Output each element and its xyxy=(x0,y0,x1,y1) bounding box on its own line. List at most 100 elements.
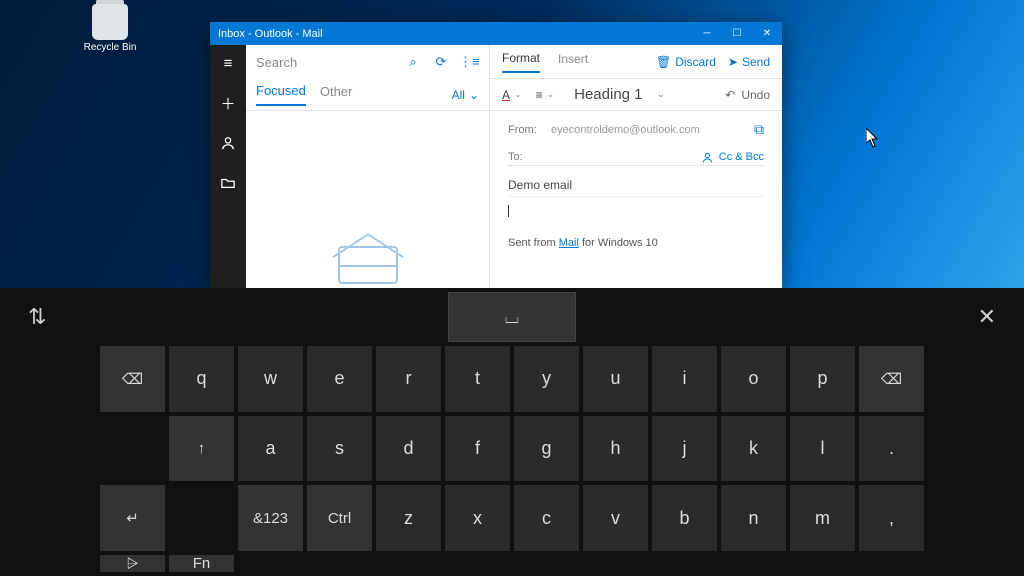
subject-input[interactable]: Demo email xyxy=(508,174,764,197)
key-[interactable]: ↑ xyxy=(169,416,234,482)
tab-other[interactable]: Other xyxy=(320,84,353,105)
discard-button[interactable]: 🗑 Discard xyxy=(656,55,716,69)
key-[interactable]: ⌫ xyxy=(859,346,924,412)
space-key[interactable]: ⌴ xyxy=(448,292,576,342)
folder-icon xyxy=(221,177,235,189)
search-row: Search ⌕ ⟳ ⋮≡ xyxy=(246,45,489,79)
key-[interactable]: ↵ xyxy=(100,485,165,551)
from-row: From: eyecontroldemo@outlook.com ⧉ xyxy=(508,119,764,141)
new-mail-button[interactable]: ＋ xyxy=(210,89,246,117)
signature: Sent from Mail for Windows 10 xyxy=(508,237,764,249)
search-icon[interactable]: ⌕ xyxy=(403,54,423,70)
key-z[interactable]: z xyxy=(376,485,441,551)
key-y[interactable]: y xyxy=(514,346,579,412)
trash-icon: 🗑 xyxy=(656,55,671,69)
key-e[interactable]: e xyxy=(307,346,372,412)
folders-button[interactable] xyxy=(210,169,246,197)
paragraph-button[interactable]: ≡ ⌄ xyxy=(536,88,555,102)
mail-link[interactable]: Mail xyxy=(559,237,579,249)
key-u[interactable]: u xyxy=(583,346,648,412)
to-label: To: xyxy=(508,151,543,163)
key-s[interactable]: s xyxy=(307,416,372,482)
cursor-icon xyxy=(866,128,880,148)
ccbcc-button[interactable]: Cc & Bcc xyxy=(702,151,764,163)
key-123[interactable]: &123 xyxy=(238,485,303,551)
key-g[interactable]: g xyxy=(514,416,579,482)
key-ctrl[interactable]: Ctrl xyxy=(307,485,372,551)
key-d[interactable]: d xyxy=(376,416,441,482)
recycle-bin-label: Recycle Bin xyxy=(80,42,140,53)
envelope-icon xyxy=(338,246,398,284)
key-fn[interactable]: Fn xyxy=(169,555,234,572)
key-w[interactable]: w xyxy=(238,346,303,412)
keyboard-swap-button[interactable]: ⇅ xyxy=(28,304,46,330)
refresh-icon[interactable]: ⟳ xyxy=(431,54,451,70)
key-t[interactable]: t xyxy=(445,346,510,412)
key-m[interactable]: m xyxy=(790,485,855,551)
style-chevron[interactable]: ⌄ xyxy=(657,89,665,100)
tab-insert[interactable]: Insert xyxy=(558,52,588,72)
key-[interactable]: . xyxy=(859,416,924,482)
maximize-button[interactable]: ☐ xyxy=(722,22,752,45)
chevron-down-icon: ⌄ xyxy=(514,89,522,100)
keyboard-top-row: ⇅ ⌴ ✕ xyxy=(0,288,1024,346)
key-n[interactable]: n xyxy=(721,485,786,551)
inbox-pane: Search ⌕ ⟳ ⋮≡ Focused Other All ⌄ xyxy=(246,45,490,288)
key-o[interactable]: o xyxy=(721,346,786,412)
from-value: eyecontroldemo@outlook.com xyxy=(551,124,746,136)
select-icon[interactable]: ⋮≡ xyxy=(459,54,479,70)
key-grid: ⌫qwertyuiop⌫↑asdfghjkl.↵&123Ctrlzxcvbnm,… xyxy=(0,346,1024,576)
chevron-down-icon: ⌄ xyxy=(469,88,479,102)
key-b[interactable]: b xyxy=(652,485,717,551)
key-c[interactable]: c xyxy=(514,485,579,551)
font-button[interactable]: A ⌄ xyxy=(502,88,522,102)
key-i[interactable]: i xyxy=(652,346,717,412)
menu-button[interactable]: ≡ xyxy=(210,49,246,77)
onscreen-keyboard: ⇅ ⌴ ✕ ⌫qwertyuiop⌫↑asdfghjkl.↵&123Ctrlzx… xyxy=(0,288,1024,576)
key-v[interactable]: v xyxy=(583,485,648,551)
to-row[interactable]: To: Cc & Bcc xyxy=(508,149,764,166)
mail-window: Inbox - Outlook - Mail ─ ☐ ✕ ≡ ＋ Search … xyxy=(210,22,782,288)
inbox-tabs: Focused Other All ⌄ xyxy=(246,79,489,111)
tab-format[interactable]: Format xyxy=(502,51,540,73)
left-rail: ≡ ＋ xyxy=(210,45,246,288)
undo-icon: ↶ xyxy=(725,88,735,102)
send-button[interactable]: ➤ Send xyxy=(728,55,770,69)
minimize-button[interactable]: ─ xyxy=(692,22,722,45)
compose-tabs-row: Format Insert Options 🗑 Discard ➤ Send xyxy=(490,45,782,79)
key-[interactable]: ⩥ xyxy=(100,555,165,572)
style-heading[interactable]: Heading 1 xyxy=(574,86,642,103)
inbox-empty xyxy=(246,111,489,288)
undo-button[interactable]: ↶ Undo xyxy=(725,88,770,102)
key-r[interactable]: r xyxy=(376,346,441,412)
key-h[interactable]: h xyxy=(583,416,648,482)
popout-icon[interactable]: ⧉ xyxy=(754,121,764,138)
key-[interactable]: ⌫ xyxy=(100,346,165,412)
person-icon xyxy=(702,152,713,163)
send-icon: ➤ xyxy=(728,55,738,69)
key-l[interactable]: l xyxy=(790,416,855,482)
from-label: From: xyxy=(508,124,543,136)
tab-focused[interactable]: Focused xyxy=(256,83,306,106)
key-p[interactable]: p xyxy=(790,346,855,412)
chevron-down-icon: ⌄ xyxy=(547,89,555,100)
key-a[interactable]: a xyxy=(238,416,303,482)
close-button[interactable]: ✕ xyxy=(752,22,782,45)
keyboard-close-button[interactable]: ✕ xyxy=(978,304,996,330)
key-x[interactable]: x xyxy=(445,485,510,551)
filter-all[interactable]: All ⌄ xyxy=(452,88,479,102)
format-toolbar: A ⌄ ≡ ⌄ Heading 1 ⌄ ↶ Undo xyxy=(490,79,782,111)
key-[interactable]: , xyxy=(859,485,924,551)
key-j[interactable]: j xyxy=(652,416,717,482)
search-input[interactable]: Search xyxy=(256,55,395,70)
key-k[interactable]: k xyxy=(721,416,786,482)
person-icon xyxy=(221,136,235,150)
key-q[interactable]: q xyxy=(169,346,234,412)
window-title: Inbox - Outlook - Mail xyxy=(218,28,323,40)
people-button[interactable] xyxy=(210,129,246,157)
key-f[interactable]: f xyxy=(445,416,510,482)
recycle-bin-icon xyxy=(92,4,128,40)
titlebar[interactable]: Inbox - Outlook - Mail ─ ☐ ✕ xyxy=(210,22,782,45)
recycle-bin[interactable]: Recycle Bin xyxy=(80,4,140,53)
body-input[interactable] xyxy=(508,205,764,225)
